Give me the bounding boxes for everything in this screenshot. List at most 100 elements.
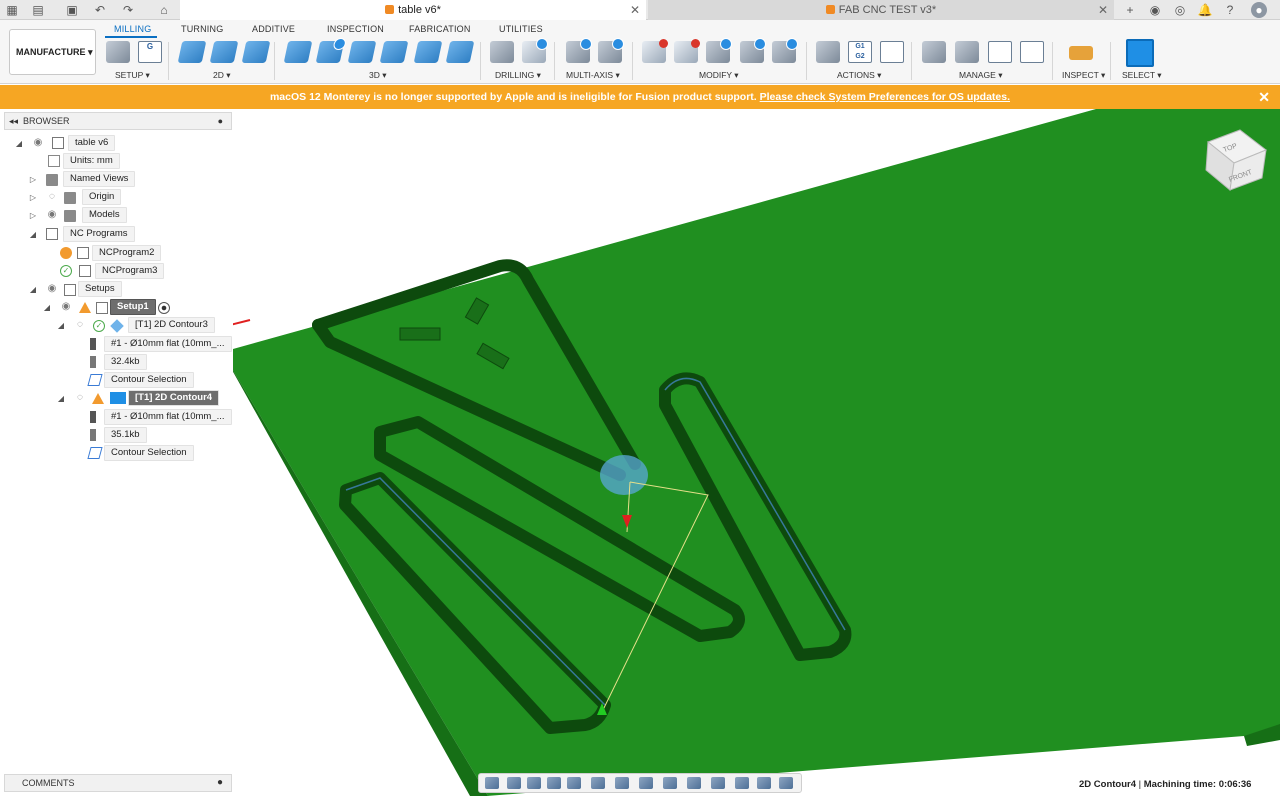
orbit-icon[interactable]: [687, 777, 701, 789]
setup-sheet-icon[interactable]: [880, 41, 904, 63]
toolpath-display-icon[interactable]: [779, 777, 793, 789]
undo-icon[interactable]: ↶: [92, 2, 108, 18]
visibility-eye-icon[interactable]: ◉: [32, 135, 44, 151]
zoom-icon[interactable]: [547, 777, 561, 789]
jobs-icon[interactable]: ◎: [1172, 2, 1188, 18]
group-manage-label[interactable]: MANAGE ▾: [959, 70, 1002, 81]
close-tab-icon[interactable]: ✕: [630, 0, 640, 20]
add-comment-icon[interactable]: ●: [217, 775, 223, 791]
measure-icon[interactable]: [1069, 46, 1093, 60]
3d-parallel-icon[interactable]: [379, 41, 409, 63]
simulate-icon[interactable]: [816, 41, 840, 63]
expand-caret-icon[interactable]: ▷: [28, 208, 38, 224]
tree-item-sel4[interactable]: Contour Selection: [104, 445, 194, 461]
copy-toolpath-icon[interactable]: [706, 38, 732, 63]
group-multi-axis-label[interactable]: MULTI-AXIS ▾: [566, 70, 620, 81]
visibility-eye-icon[interactable]: ◉: [60, 299, 72, 315]
file-menu-icon[interactable]: ▤: [30, 2, 46, 18]
expand-caret-icon[interactable]: ◢: [14, 136, 24, 152]
close-icon[interactable]: ✕: [1258, 85, 1270, 109]
group-3d-label[interactable]: 3D ▾: [369, 70, 387, 81]
2d-adaptive-icon[interactable]: [177, 41, 207, 63]
swarf-icon[interactable]: [566, 38, 592, 63]
visibility-eye-icon[interactable]: ◌: [74, 317, 86, 333]
grid-icon[interactable]: [615, 777, 629, 789]
tab-additive[interactable]: ADDITIVE: [252, 24, 295, 34]
2d-pocket-icon[interactable]: [209, 41, 239, 63]
tree-item-origin[interactable]: Origin: [82, 189, 122, 205]
expand-caret-icon[interactable]: ◢: [56, 391, 66, 407]
3d-adaptive-icon[interactable]: [283, 41, 313, 63]
tree-item-size4[interactable]: 35.1kb: [104, 427, 147, 443]
visibility-eye-icon[interactable]: ◉: [46, 207, 58, 223]
tree-item-contour3[interactable]: [T1] 2D Contour3: [128, 317, 215, 333]
3d-contour-icon[interactable]: [445, 41, 475, 63]
visibility-eye-icon[interactable]: ◌: [74, 390, 86, 406]
close-tab-icon[interactable]: ✕: [1098, 0, 1108, 20]
group-2d-label[interactable]: 2D ▾: [213, 70, 231, 81]
group-select-label[interactable]: SELECT ▾: [1122, 70, 1162, 81]
tree-item-ncprogram3[interactable]: NCProgram3: [95, 263, 165, 279]
visibility-eye-icon[interactable]: ◉: [46, 281, 58, 297]
expand-caret-icon[interactable]: ▷: [28, 172, 38, 188]
group-drilling-label[interactable]: DRILLING ▾: [495, 70, 541, 81]
help-icon[interactable]: ?: [1222, 2, 1238, 18]
minimize-icon[interactable]: ●: [218, 113, 223, 129]
visibility-eye-icon[interactable]: ◌: [46, 189, 58, 205]
visual-style-icon[interactable]: [711, 777, 725, 789]
3d-steep-shallow-icon[interactable]: [347, 41, 377, 63]
browser-panel-header[interactable]: ◂◂ BROWSER ●: [4, 112, 232, 130]
hole-recognition-icon[interactable]: [522, 38, 548, 63]
tool-library-icon[interactable]: [922, 41, 946, 63]
active-setup-indicator-icon[interactable]: [158, 302, 170, 314]
comments-panel-header[interactable]: COMMENTS ●: [4, 774, 232, 792]
display-settings-icon[interactable]: [591, 777, 605, 789]
expand-caret-icon[interactable]: ◢: [28, 227, 38, 243]
tab-milling[interactable]: MILLING: [114, 24, 151, 34]
delete-toolpath-icon[interactable]: [674, 39, 700, 63]
workspace-switcher[interactable]: MANUFACTURE ▾: [9, 29, 96, 75]
tab-inspection[interactable]: INSPECTION: [327, 24, 384, 34]
camera-icon[interactable]: [735, 777, 749, 789]
new-setup-icon[interactable]: [106, 41, 130, 63]
tool-display-icon[interactable]: [757, 777, 771, 789]
expand-caret-icon[interactable]: ◢: [28, 282, 38, 298]
extensions-icon[interactable]: ◉: [1147, 2, 1163, 18]
machine-library-icon[interactable]: [955, 41, 979, 63]
expand-caret-icon[interactable]: ◢: [42, 300, 52, 316]
zoom-window-icon[interactable]: [567, 777, 581, 789]
look-at-icon[interactable]: [507, 777, 521, 789]
expand-caret-icon[interactable]: ◢: [56, 318, 66, 334]
home-icon[interactable]: ⌂: [156, 2, 172, 18]
post-process-icon[interactable]: G1 G2: [848, 41, 872, 63]
app-grid-icon[interactable]: ▦: [4, 2, 20, 18]
transform-icon[interactable]: [740, 38, 766, 63]
tree-item-ncprogram2[interactable]: NCProgram2: [92, 245, 162, 261]
redo-icon[interactable]: ↷: [120, 2, 136, 18]
select-icon[interactable]: [1126, 39, 1154, 67]
group-modify-label[interactable]: MODIFY ▾: [699, 70, 739, 81]
tree-item-tool3[interactable]: #1 - Ø10mm flat (10mm_...: [104, 336, 232, 352]
nc-program-icon[interactable]: G: [138, 41, 162, 63]
document-tab-active[interactable]: table v6* ✕: [180, 0, 646, 20]
tree-item-models[interactable]: Models: [82, 207, 127, 223]
tree-item-units[interactable]: Units: mm: [63, 153, 120, 169]
cut-toolpath-icon[interactable]: [642, 39, 668, 63]
collapse-panel-icon[interactable]: ◂◂: [9, 113, 18, 129]
3d-pocket-icon[interactable]: [315, 41, 345, 63]
2d-contour-icon[interactable]: [241, 41, 271, 63]
viewports-icon[interactable]: [639, 777, 653, 789]
template-library-icon[interactable]: [988, 41, 1012, 63]
group-actions-label[interactable]: ACTIONS ▾: [837, 70, 881, 81]
effects-icon[interactable]: [663, 777, 677, 789]
orbit-move-icon[interactable]: [485, 777, 499, 789]
3d-scallop-icon[interactable]: [413, 41, 443, 63]
post-library-icon[interactable]: [1020, 41, 1044, 63]
drill-icon[interactable]: [490, 41, 514, 63]
canvas-viewport[interactable]: Y Z TOP FRONT: [233, 109, 1280, 796]
tree-item-named-views[interactable]: Named Views: [63, 171, 136, 187]
notifications-icon[interactable]: 🔔: [1197, 2, 1213, 18]
multi-axis-contour-icon[interactable]: [598, 38, 624, 63]
tab-fabrication[interactable]: FABRICATION: [409, 24, 471, 34]
document-tab-inactive[interactable]: FAB CNC TEST v3* ✕: [648, 0, 1114, 20]
